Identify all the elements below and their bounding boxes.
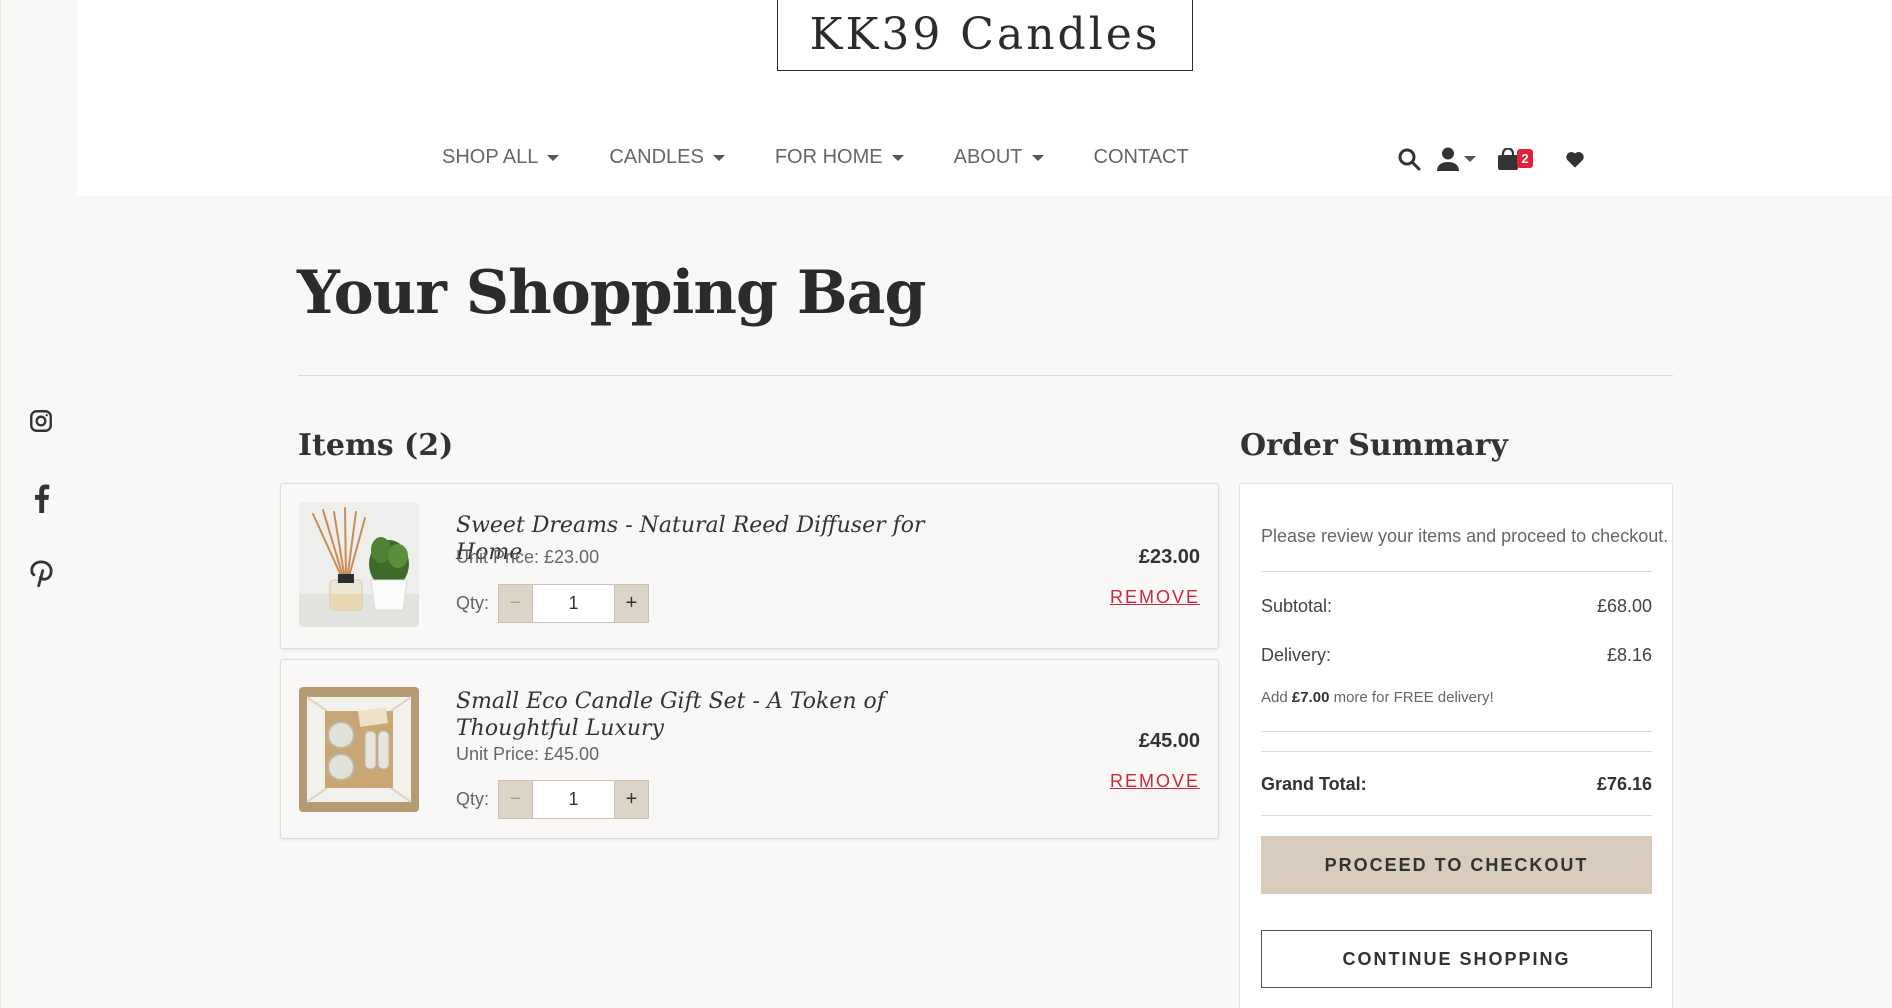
user-icon bbox=[1437, 147, 1459, 171]
nav-shop-all-label: SHOP ALL bbox=[442, 146, 539, 168]
delivery-row: Delivery: £8.16 bbox=[1261, 645, 1652, 666]
subtotal-label: Subtotal: bbox=[1261, 596, 1333, 616]
caret-down-icon bbox=[1464, 156, 1476, 162]
social-rail bbox=[0, 0, 77, 1008]
nav-candles[interactable]: CANDLES bbox=[609, 146, 725, 169]
nav-about-label: ABOUT bbox=[953, 146, 1023, 168]
increase-qty-button[interactable]: + bbox=[614, 584, 650, 623]
nav-contact-label: CONTACT bbox=[1093, 146, 1189, 168]
item-total: £45.00 bbox=[1138, 730, 1200, 752]
remove-item-button[interactable]: REMOVE bbox=[1110, 587, 1200, 608]
logo[interactable]: KK39 Candles bbox=[777, 0, 1193, 71]
bag-count-badge: 2 bbox=[1517, 149, 1533, 168]
product-image-candle-gift-set[interactable] bbox=[299, 687, 419, 812]
nav-shop-all[interactable]: SHOP ALL bbox=[442, 146, 560, 169]
divider bbox=[298, 375, 1673, 376]
caret-down-icon bbox=[1031, 154, 1044, 161]
item-name[interactable]: Small Eco Candle Gift Set - A Token of T… bbox=[456, 688, 996, 742]
user-menu[interactable] bbox=[1437, 146, 1476, 172]
grand-total-label: Grand Total: bbox=[1261, 774, 1367, 794]
page-title: Your Shopping Bag bbox=[297, 258, 926, 328]
unit-price: Unit Price: £45.00 bbox=[456, 744, 600, 764]
facebook-icon[interactable] bbox=[26, 483, 56, 513]
subtotal-value: £68.00 bbox=[1596, 596, 1652, 616]
nav-for-home-label: FOR HOME bbox=[774, 146, 883, 168]
search-icon[interactable] bbox=[1397, 146, 1421, 172]
unit-price: Unit Price: £23.00 bbox=[456, 547, 600, 567]
order-summary-title: Order Summary bbox=[1240, 428, 1508, 463]
qty-label: Qty: bbox=[456, 593, 490, 613]
items-title: Items (2) bbox=[298, 428, 454, 463]
grand-total-value: £76.16 bbox=[1596, 774, 1652, 794]
continue-shopping-button[interactable]: CONTINUE SHOPPING bbox=[1261, 930, 1652, 988]
main-nav: SHOP ALL CANDLES FOR HOME ABOUT CONTACT bbox=[442, 146, 1239, 169]
divider bbox=[1261, 751, 1652, 752]
cart-item: Small Eco Candle Gift Set - A Token of T… bbox=[280, 659, 1219, 839]
nav-candles-label: CANDLES bbox=[609, 146, 704, 168]
free-delivery-note: Add £7.00 more for FREE delivery! bbox=[1261, 689, 1494, 706]
shopping-bag-button[interactable]: 2 bbox=[1497, 146, 1533, 172]
grand-total-row: Grand Total: £76.16 bbox=[1261, 774, 1652, 795]
divider bbox=[1261, 731, 1652, 732]
nav-about[interactable]: ABOUT bbox=[954, 146, 1044, 169]
qty-input[interactable]: 1 bbox=[533, 780, 615, 819]
nav-contact[interactable]: CONTACT bbox=[1094, 146, 1189, 169]
product-image-reed-diffuser[interactable] bbox=[299, 502, 419, 627]
order-summary: Please review your items and proceed to … bbox=[1239, 483, 1673, 1008]
cart-item: Sweet Dreams - Natural Reed Diffuser for… bbox=[280, 483, 1219, 649]
caret-down-icon bbox=[712, 154, 725, 161]
shopping-bag-icon bbox=[1498, 148, 1518, 170]
decrease-qty-button[interactable]: − bbox=[498, 584, 534, 623]
heart-icon[interactable] bbox=[1565, 146, 1585, 172]
increase-qty-button[interactable]: + bbox=[614, 780, 650, 819]
quantity-stepper: Qty: − 1 + bbox=[456, 780, 650, 819]
free-delivery-amount: £7.00 bbox=[1291, 689, 1330, 706]
instagram-icon[interactable] bbox=[26, 406, 56, 436]
delivery-value: £8.16 bbox=[1606, 645, 1652, 665]
site-header: KK39 Candles SHOP ALL CANDLES FOR HOME A… bbox=[77, 0, 1892, 196]
pinterest-icon[interactable] bbox=[26, 558, 56, 588]
qty-input[interactable]: 1 bbox=[533, 584, 615, 623]
divider bbox=[1261, 571, 1652, 572]
summary-note: Please review your items and proceed to … bbox=[1261, 526, 1669, 546]
logo-text: KK39 Candles bbox=[809, 9, 1161, 60]
delivery-label: Delivery: bbox=[1261, 645, 1332, 665]
free-delivery-prefix: Add bbox=[1261, 689, 1288, 706]
quantity-stepper: Qty: − 1 + bbox=[456, 584, 650, 623]
decrease-qty-button[interactable]: − bbox=[498, 780, 534, 819]
item-total: £23.00 bbox=[1138, 546, 1200, 568]
proceed-to-checkout-button[interactable]: PROCEED TO CHECKOUT bbox=[1261, 836, 1652, 894]
nav-for-home[interactable]: FOR HOME bbox=[775, 146, 904, 169]
divider bbox=[1261, 815, 1652, 816]
caret-down-icon bbox=[547, 154, 560, 161]
caret-down-icon bbox=[891, 154, 904, 161]
qty-label: Qty: bbox=[456, 789, 490, 809]
subtotal-row: Subtotal: £68.00 bbox=[1261, 596, 1652, 617]
free-delivery-suffix: more for FREE delivery! bbox=[1333, 689, 1494, 706]
remove-item-button[interactable]: REMOVE bbox=[1110, 771, 1200, 792]
